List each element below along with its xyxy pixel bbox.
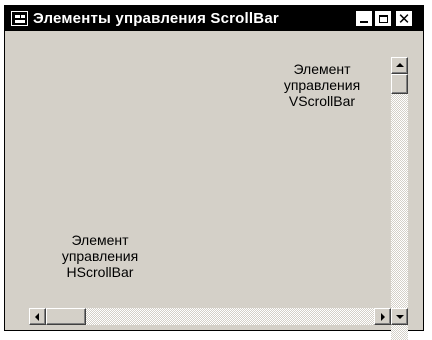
scroll-left-button[interactable] [29, 308, 46, 325]
vscrollbar-label-line-3: VScrollBar [288, 93, 356, 109]
arrow-down-icon [396, 315, 404, 319]
maximize-button[interactable] [374, 10, 392, 27]
minimize-button[interactable] [355, 10, 373, 27]
arrow-left-icon [35, 313, 39, 321]
horizontal-scroll-thumb[interactable] [46, 308, 86, 325]
arrow-up-icon [396, 63, 404, 67]
hscrollbar-label-line-3: HScrollBar [66, 264, 134, 280]
scroll-right-button[interactable] [374, 308, 391, 325]
window-title: Элементы управления ScrollBar [33, 10, 279, 27]
close-icon: ✕ [397, 9, 411, 28]
hscrollbar-label-line-1: Элемент [71, 232, 129, 248]
vscrollbar-label: Элемент управления VScrollBar [267, 61, 377, 109]
vertical-scroll-track[interactable] [391, 57, 408, 340]
app-icon[interactable] [11, 11, 28, 26]
horizontal-scrollbar[interactable] [29, 308, 391, 325]
vertical-scroll-thumb[interactable] [391, 74, 408, 94]
minimize-icon [360, 21, 368, 23]
vertical-scrollbar[interactable] [391, 57, 408, 340]
scroll-up-button[interactable] [391, 57, 408, 74]
vscrollbar-label-line-1: Элемент [293, 61, 351, 77]
title-bar[interactable]: Элементы управления ScrollBar ✕ [5, 6, 423, 31]
hscrollbar-label: Элемент управления HScrollBar [45, 232, 155, 280]
scroll-down-button[interactable] [391, 308, 408, 325]
main-window: Элементы управления ScrollBar ✕ Элемент … [4, 5, 424, 340]
arrow-right-icon [381, 313, 385, 321]
maximize-icon [378, 14, 388, 23]
close-button[interactable]: ✕ [395, 10, 413, 27]
hscrollbar-label-line-2: управления [61, 248, 139, 264]
client-area: Элемент управления VScrollBar Элемент уп… [5, 31, 423, 340]
vscrollbar-label-line-2: управления [283, 77, 361, 93]
